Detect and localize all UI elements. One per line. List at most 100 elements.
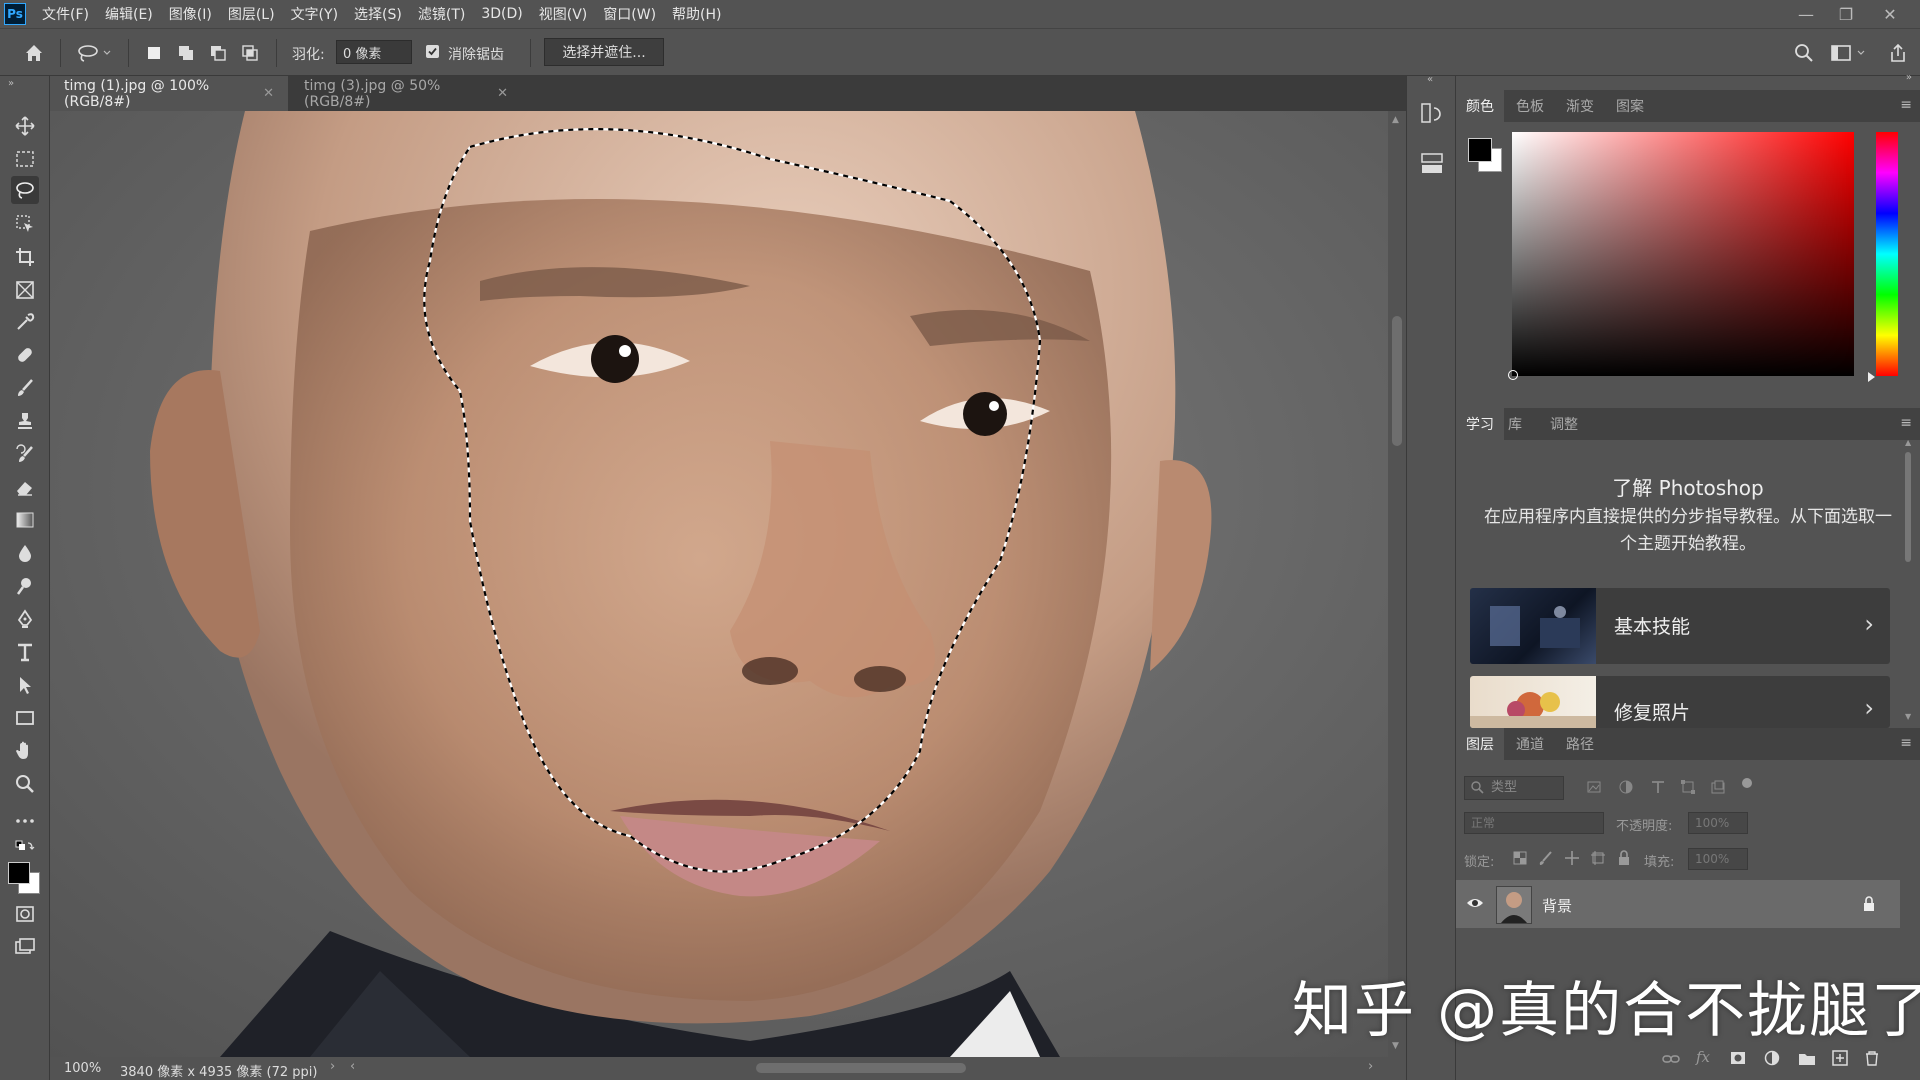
menu-type[interactable]: 文字(Y) <box>291 4 338 24</box>
lock-position-icon[interactable] <box>1564 850 1580 866</box>
tab-layers[interactable]: 图层 <box>1456 728 1504 760</box>
color-swatches[interactable] <box>6 860 42 896</box>
type-tool-icon[interactable] <box>11 638 39 666</box>
visibility-eye-icon[interactable] <box>1466 896 1484 910</box>
hue-slider[interactable] <box>1868 132 1898 382</box>
workspace-icon[interactable] <box>1828 41 1868 65</box>
move-tool-icon[interactable] <box>11 112 39 140</box>
object-selection-tool-icon[interactable] <box>11 210 39 238</box>
filter-adjustment-icon[interactable] <box>1618 779 1634 795</box>
scroll-left-icon[interactable]: ‹ <box>350 1059 355 1074</box>
filter-pixel-icon[interactable] <box>1586 779 1602 795</box>
canvas[interactable] <box>50 111 1388 1057</box>
vertical-scroll-thumb[interactable] <box>1392 316 1402 446</box>
tab-patterns[interactable]: 图案 <box>1606 90 1654 122</box>
lock-all-icon[interactable] <box>1616 850 1632 866</box>
close-tab-icon[interactable]: ✕ <box>497 86 508 101</box>
properties-panel-icon[interactable] <box>1419 150 1445 176</box>
panel-menu-icon[interactable]: ≡ <box>1900 415 1912 431</box>
lock-image-icon[interactable] <box>1538 850 1554 866</box>
frame-tool-icon[interactable] <box>11 276 39 304</box>
menu-help[interactable]: 帮助(H) <box>672 4 721 24</box>
blur-tool-icon[interactable] <box>11 539 39 567</box>
filter-smart-object-icon[interactable] <box>1710 779 1726 795</box>
share-icon[interactable] <box>1886 41 1910 65</box>
menu-filter[interactable]: 滤镜(T) <box>418 4 465 24</box>
color-picker-cursor[interactable] <box>1508 370 1518 380</box>
brush-tool-icon[interactable] <box>11 374 39 402</box>
zoom-tool-icon[interactable] <box>11 770 39 798</box>
feather-input[interactable] <box>336 40 412 64</box>
delete-layer-icon[interactable] <box>1864 1050 1880 1066</box>
collapse-toolbar-icon[interactable]: » <box>8 78 14 89</box>
tab-libraries[interactable]: 库 <box>1498 408 1532 440</box>
tab-channels[interactable]: 通道 <box>1506 728 1554 760</box>
marquee-tool-icon[interactable] <box>11 145 39 173</box>
add-selection-icon[interactable] <box>174 41 198 65</box>
minimize-icon[interactable]: — <box>1786 0 1826 28</box>
zoom-level[interactable]: 100% <box>64 1061 101 1076</box>
foreground-color-swatch[interactable] <box>1468 138 1492 162</box>
new-layer-icon[interactable] <box>1832 1050 1848 1066</box>
history-brush-tool-icon[interactable] <box>11 440 39 468</box>
close-icon[interactable]: ✕ <box>1870 0 1910 28</box>
collapse-dock-icon[interactable]: « <box>1427 74 1433 85</box>
panel-menu-icon[interactable]: ≡ <box>1900 97 1912 113</box>
select-and-mask-button[interactable]: 选择并遮住... <box>544 38 664 66</box>
rectangle-tool-icon[interactable] <box>11 704 39 732</box>
pen-tool-icon[interactable] <box>11 605 39 633</box>
learn-panel-scrollbar[interactable]: ▲ ▼ <box>1900 438 1916 728</box>
quick-mask-icon[interactable] <box>11 900 39 928</box>
history-panel-icon[interactable] <box>1419 100 1445 126</box>
menu-view[interactable]: 视图(V) <box>539 4 588 24</box>
filter-type-icon[interactable] <box>1650 779 1666 795</box>
tab-learn[interactable]: 学习 <box>1456 408 1504 440</box>
tab-swatches[interactable]: 色板 <box>1506 90 1554 122</box>
menu-file[interactable]: 文件(F) <box>42 4 89 24</box>
more-tools-icon[interactable] <box>11 807 39 835</box>
new-group-icon[interactable] <box>1798 1050 1816 1066</box>
adjustment-layer-icon[interactable] <box>1764 1050 1780 1066</box>
menu-layer[interactable]: 图层(L) <box>228 4 275 24</box>
status-menu-arrow-icon[interactable]: › <box>330 1059 335 1074</box>
eyedropper-tool-icon[interactable] <box>11 308 39 336</box>
screen-mode-icon[interactable] <box>11 933 39 961</box>
hand-tool-icon[interactable] <box>11 737 39 765</box>
fill-input[interactable]: 100% <box>1688 848 1748 870</box>
path-selection-tool-icon[interactable] <box>11 671 39 699</box>
filter-shape-icon[interactable] <box>1680 779 1696 795</box>
menu-3d[interactable]: 3D(D) <box>481 6 522 22</box>
layer-row-background[interactable]: 背景 <box>1456 880 1900 928</box>
tab-timg-3[interactable]: timg (3).jpg @ 50%(RGB/8#) ✕ <box>290 76 522 111</box>
eraser-tool-icon[interactable] <box>11 473 39 501</box>
collapse-panels-icon[interactable]: » <box>1906 72 1912 83</box>
tab-timg-1[interactable]: timg (1).jpg @ 100%(RGB/8#) ✕ <box>50 76 288 111</box>
healing-brush-tool-icon[interactable] <box>11 341 39 369</box>
tab-adjustments[interactable]: 调整 <box>1540 408 1588 440</box>
tab-color[interactable]: 颜色 <box>1456 90 1504 122</box>
dodge-tool-icon[interactable] <box>11 572 39 600</box>
subtract-selection-icon[interactable] <box>206 41 230 65</box>
new-selection-icon[interactable] <box>142 41 166 65</box>
hue-slider-handle[interactable] <box>1868 372 1875 382</box>
opacity-input[interactable]: 100% <box>1688 812 1748 834</box>
vertical-scrollbar[interactable]: ▲ ▼ <box>1388 111 1406 1057</box>
add-mask-icon[interactable] <box>1730 1050 1746 1066</box>
learn-card-basic-skills[interactable]: 基本技能 › <box>1470 588 1890 664</box>
panel-menu-icon[interactable]: ≡ <box>1900 735 1912 751</box>
link-layers-icon[interactable] <box>1662 1052 1680 1066</box>
menu-image[interactable]: 图像(I) <box>169 4 212 24</box>
color-picker-field[interactable] <box>1508 132 1854 380</box>
horizontal-scroll-thumb[interactable] <box>756 1063 966 1073</box>
antialias-checkbox[interactable] <box>426 45 439 58</box>
clone-stamp-tool-icon[interactable] <box>11 407 39 435</box>
gradient-tool-icon[interactable] <box>11 506 39 534</box>
blend-mode-dropdown[interactable]: 正常 <box>1464 812 1604 834</box>
lasso-preset-icon[interactable] <box>74 41 114 65</box>
lock-artboard-icon[interactable] <box>1590 850 1606 866</box>
learn-card-fix-photo[interactable]: 修复照片 › <box>1470 676 1890 728</box>
tab-paths[interactable]: 路径 <box>1556 728 1604 760</box>
home-icon[interactable] <box>22 41 46 65</box>
lasso-tool-icon[interactable] <box>11 176 39 204</box>
search-icon[interactable] <box>1792 41 1816 65</box>
